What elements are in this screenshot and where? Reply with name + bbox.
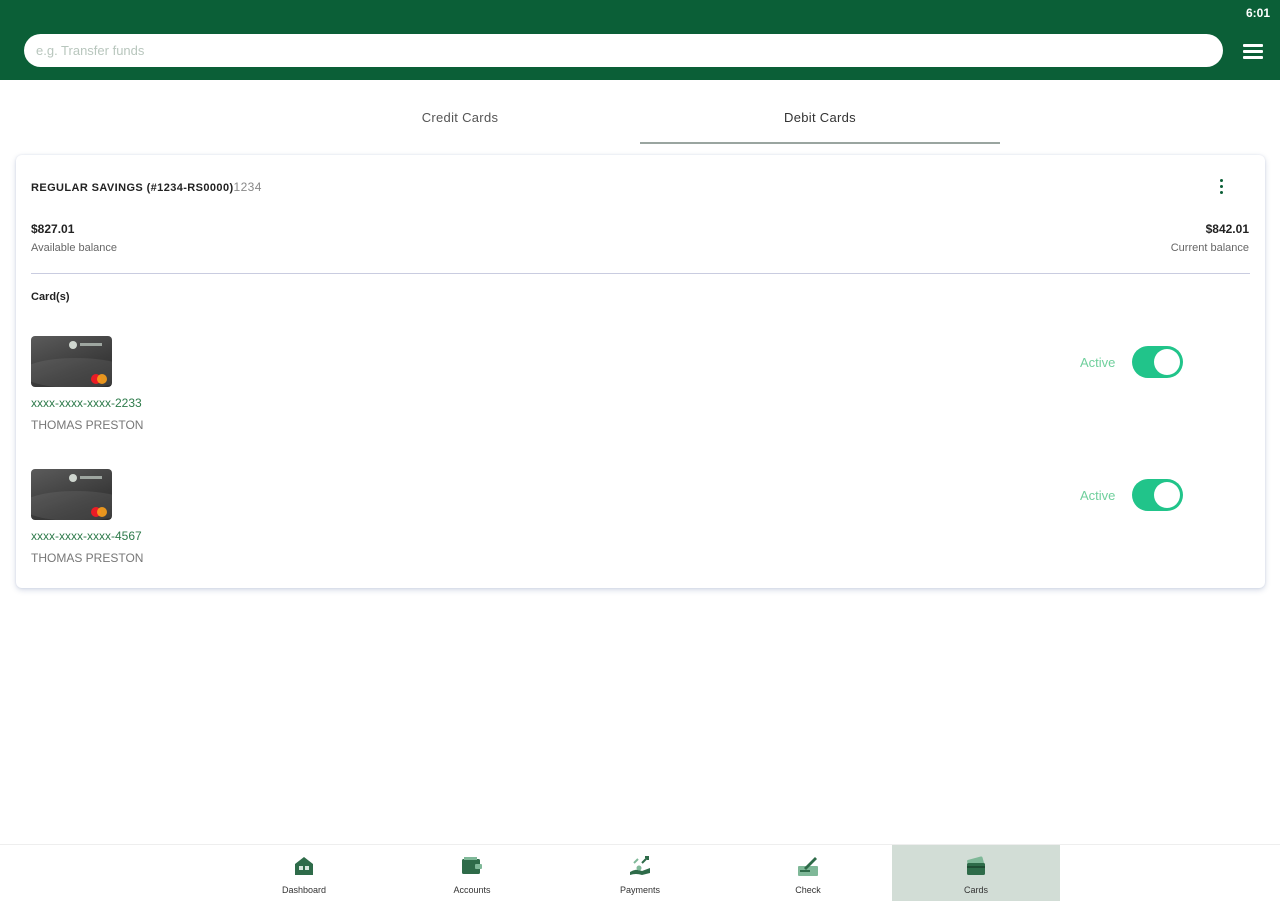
payments-icon — [630, 856, 650, 875]
nav-label-cards: Cards — [963, 885, 988, 895]
current-balance: $842.01 Current balance — [1171, 222, 1249, 254]
available-balance: $827.01 Available balance — [31, 222, 117, 254]
card-number[interactable]: xxxx-xxxx-xxxx-4567 — [31, 529, 142, 543]
card-type-tabs: Credit Cards Debit Cards — [0, 96, 1280, 144]
current-balance-label: Current balance — [1170, 242, 1249, 254]
account-title: REGULAR SAVINGS (#1234-RS0000)1234 — [31, 180, 262, 194]
more-options-icon[interactable] — [1214, 177, 1228, 199]
nav-item-check[interactable]: Check — [724, 845, 892, 901]
status-time: 6:01 — [1245, 6, 1270, 20]
cards-icon — [967, 856, 985, 875]
debit-card-image[interactable] — [31, 336, 112, 387]
nav-label-dashboard: Dashboard — [281, 885, 327, 895]
nav-item-accounts[interactable]: Accounts — [388, 845, 556, 901]
search-input[interactable] — [24, 34, 1223, 67]
hamburger-menu-icon[interactable] — [1243, 44, 1263, 60]
bottom-navigation: Dashboard Accounts Payments Check Cards — [0, 844, 1280, 901]
dashboard-icon — [295, 857, 313, 875]
card-status-label: Active — [1080, 488, 1116, 503]
nav-label-payments: Payments — [619, 885, 661, 895]
debit-card-image[interactable] — [31, 469, 112, 520]
nav-item-dashboard[interactable]: Dashboard — [220, 845, 388, 901]
nav-label-check: Check — [795, 885, 821, 895]
card-holder-name: THOMAS PRESTON — [31, 551, 144, 565]
nav-item-payments[interactable]: Payments — [556, 845, 724, 901]
current-balance-amount: $842.01 — [1205, 222, 1249, 236]
debit-card-item: xxxx-xxxx-xxxx-2233 THOMAS PRESTON Activ… — [31, 336, 1250, 436]
account-name: REGULAR SAVINGS (#1234-RS0000) — [31, 182, 234, 194]
debit-card-item: xxxx-xxxx-xxxx-4567 THOMAS PRESTON Activ… — [31, 469, 1250, 569]
divider — [31, 273, 1250, 274]
tab-credit-cards[interactable]: Credit Cards — [280, 96, 640, 144]
account-card: REGULAR SAVINGS (#1234-RS0000)1234 $827.… — [16, 155, 1265, 588]
available-balance-amount: $827.01 — [31, 222, 75, 236]
card-active-toggle[interactable] — [1132, 479, 1183, 511]
nav-item-cards[interactable]: Cards — [892, 845, 1060, 901]
check-icon — [798, 857, 818, 876]
available-balance-label: Available balance — [31, 242, 118, 254]
card-active-toggle[interactable] — [1132, 346, 1183, 378]
tab-debit-cards[interactable]: Debit Cards — [640, 96, 1000, 144]
card-holder-name: THOMAS PRESTON — [31, 418, 144, 432]
nav-label-accounts: Accounts — [453, 885, 491, 895]
cards-section-label: Card(s) — [31, 291, 70, 303]
card-status-label: Active — [1080, 355, 1116, 370]
top-app-bar: 6:01 — [0, 0, 1280, 80]
account-suffix: 1234 — [233, 180, 262, 194]
accounts-icon — [462, 857, 482, 874]
card-number[interactable]: xxxx-xxxx-xxxx-2233 — [31, 396, 142, 410]
